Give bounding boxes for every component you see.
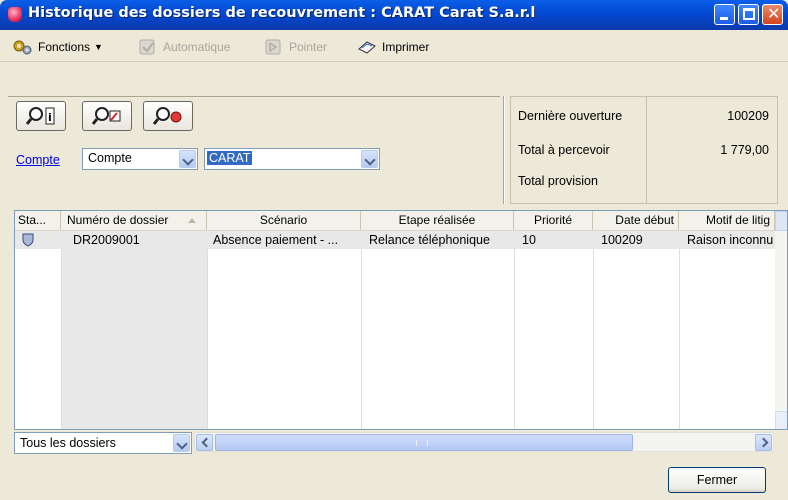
vertical-scrollbar[interactable]: [775, 211, 787, 429]
derniere-ouverture-value: 100209: [727, 109, 769, 123]
title-bar[interactable]: Historique des dossiers de recouvrement …: [0, 0, 788, 30]
column-line: [514, 231, 515, 429]
bottom-bar: Tous les dossiers: [14, 432, 788, 454]
close-icon: ✕: [767, 4, 781, 23]
derniere-ouverture-label: Dernière ouverture: [518, 109, 623, 123]
column-line: [679, 231, 680, 429]
table-header: Sta... Numéro de dossier Scénario Etape …: [15, 211, 787, 231]
column-header-numero-label: Numéro de dossier: [67, 213, 169, 227]
fonctions-menu[interactable]: Fonctions ▼: [12, 37, 103, 57]
cell-numero: DR2009001: [73, 233, 140, 247]
pointer-button[interactable]: Pointer: [263, 37, 327, 57]
horizontal-scrollbar[interactable]: [194, 432, 774, 452]
search-info-button[interactable]: i: [16, 101, 66, 131]
column-line: [361, 231, 362, 429]
compte-type-select[interactable]: Compte: [82, 148, 198, 170]
sort-ascending-icon: [188, 218, 196, 223]
column-line: [593, 231, 594, 429]
cell-motif: Raison inconnu: [687, 233, 774, 247]
cell-date-debut: 100209: [601, 233, 643, 247]
total-provision-label: Total provision: [518, 174, 598, 188]
pointer-icon: [265, 39, 281, 55]
app-icon: [8, 7, 22, 22]
automatic-icon: [139, 39, 155, 55]
dossiers-filter-select[interactable]: Tous les dossiers: [14, 432, 192, 454]
close-window-button[interactable]: ✕: [762, 4, 783, 25]
column-line: [207, 231, 208, 429]
search-edit-button[interactable]: [82, 101, 132, 131]
numero-column-shade: [61, 249, 207, 429]
chevron-down-icon[interactable]: [361, 150, 378, 168]
fonctions-label: Fonctions: [38, 40, 91, 54]
compte-link[interactable]: Compte: [16, 153, 60, 167]
column-header-numero[interactable]: Numéro de dossier: [61, 211, 207, 230]
maximize-button[interactable]: [738, 4, 759, 25]
column-header-etape[interactable]: Etape réalisée: [361, 211, 514, 230]
scroll-thumb[interactable]: [215, 434, 633, 451]
column-line: [61, 231, 62, 429]
window-title: Historique des dossiers de recouvrement …: [28, 5, 536, 21]
dossiers-filter-value: Tous les dossiers: [20, 436, 116, 450]
search-delete-icon: [153, 107, 182, 125]
minimize-icon: [720, 17, 728, 20]
gears-icon: [13, 40, 32, 55]
print-icon: [358, 41, 376, 54]
window: Historique des dossiers de recouvrement …: [0, 0, 788, 500]
svg-text:i: i: [48, 111, 52, 124]
chevron-down-icon[interactable]: [173, 434, 190, 452]
scroll-down-button[interactable]: [775, 411, 787, 429]
scroll-up-button[interactable]: [775, 211, 787, 231]
column-header-date-debut[interactable]: Date début: [593, 211, 679, 230]
chevron-down-icon: ▼: [94, 42, 103, 52]
scroll-left-button[interactable]: [196, 434, 213, 451]
stats-panel: Dernière ouverture 100209 Total à percev…: [510, 96, 778, 204]
automatique-button[interactable]: Automatique: [137, 37, 230, 57]
automatique-label: Automatique: [163, 40, 231, 54]
stats-divider: [646, 97, 647, 203]
chevron-down-icon[interactable]: [179, 150, 196, 168]
column-header-priorite[interactable]: Priorité: [514, 211, 593, 230]
search-edit-icon: [92, 107, 121, 125]
search-info-icon: i: [26, 107, 55, 125]
grip-icon: [416, 440, 428, 446]
minimize-button[interactable]: [714, 4, 735, 25]
table-row[interactable]: DR2009001 Absence paiement - ... Relance…: [15, 231, 787, 249]
column-header-status[interactable]: Sta...: [15, 211, 61, 230]
fermer-button[interactable]: Fermer: [668, 467, 766, 493]
toolbar: Fonctions ▼ Automatique Pointer Imprimer: [0, 30, 788, 62]
column-header-motif[interactable]: Motif de litig: [679, 211, 775, 230]
pointer-label: Pointer: [289, 40, 328, 54]
compte-type-value: Compte: [88, 151, 132, 165]
column-header-scenario[interactable]: Scénario: [207, 211, 361, 230]
cell-etape: Relance téléphonique: [369, 233, 490, 247]
scroll-right-button[interactable]: [755, 434, 772, 451]
maximize-icon: [743, 8, 755, 20]
imprimer-button[interactable]: Imprimer: [356, 37, 429, 57]
compte-value-select[interactable]: CARAT: [204, 148, 380, 170]
shield-icon: [22, 233, 34, 247]
dossiers-table[interactable]: Sta... Numéro de dossier Scénario Etape …: [14, 210, 788, 430]
cell-priorite: 10: [522, 233, 536, 247]
search-delete-button[interactable]: [143, 101, 193, 131]
cell-scenario: Absence paiement - ...: [213, 233, 339, 247]
panel-separator: [503, 96, 505, 204]
imprimer-label: Imprimer: [382, 40, 430, 54]
compte-value-text: CARAT: [207, 151, 253, 165]
total-percevoir-value: 1 779,00: [720, 143, 769, 157]
total-percevoir-label: Total à percevoir: [518, 143, 610, 157]
